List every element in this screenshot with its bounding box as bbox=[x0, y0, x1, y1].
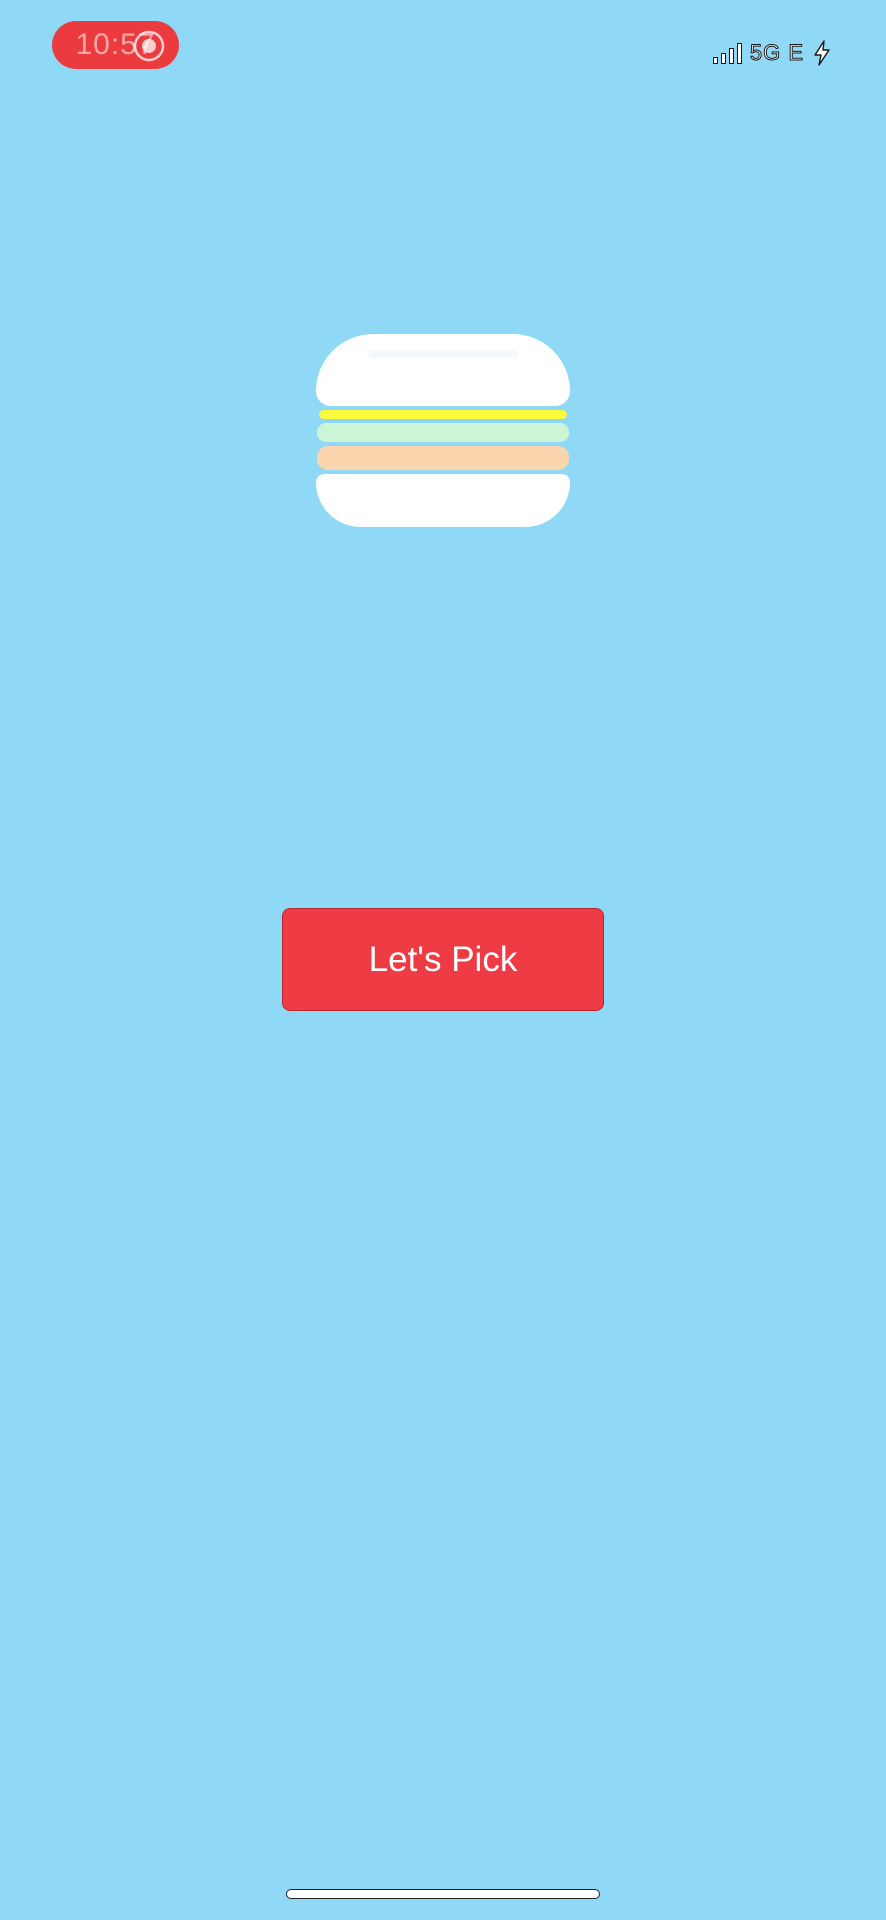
burger-top-bun bbox=[316, 334, 570, 406]
battery-charging-icon bbox=[814, 40, 830, 66]
app-screen: 10:57 5G E Let's Pick bbox=[0, 0, 886, 1920]
burger-lettuce-layer bbox=[317, 423, 569, 442]
home-indicator[interactable] bbox=[286, 1889, 600, 1899]
burger-bun-highlight bbox=[368, 350, 518, 358]
lets-pick-button[interactable]: Let's Pick bbox=[282, 908, 604, 1011]
status-bar: 10:57 5G E bbox=[0, 0, 886, 100]
record-icon bbox=[133, 30, 165, 62]
network-label: 5G E bbox=[749, 40, 804, 66]
status-indicators: 5G E bbox=[712, 38, 832, 68]
burger-icon bbox=[316, 334, 570, 527]
burger-cheese-layer bbox=[319, 410, 567, 419]
signal-icon bbox=[712, 42, 742, 64]
screen-recording-pill[interactable]: 10:57 bbox=[52, 21, 179, 69]
burger-patty-layer bbox=[317, 446, 569, 470]
burger-bottom-bun bbox=[316, 474, 570, 527]
